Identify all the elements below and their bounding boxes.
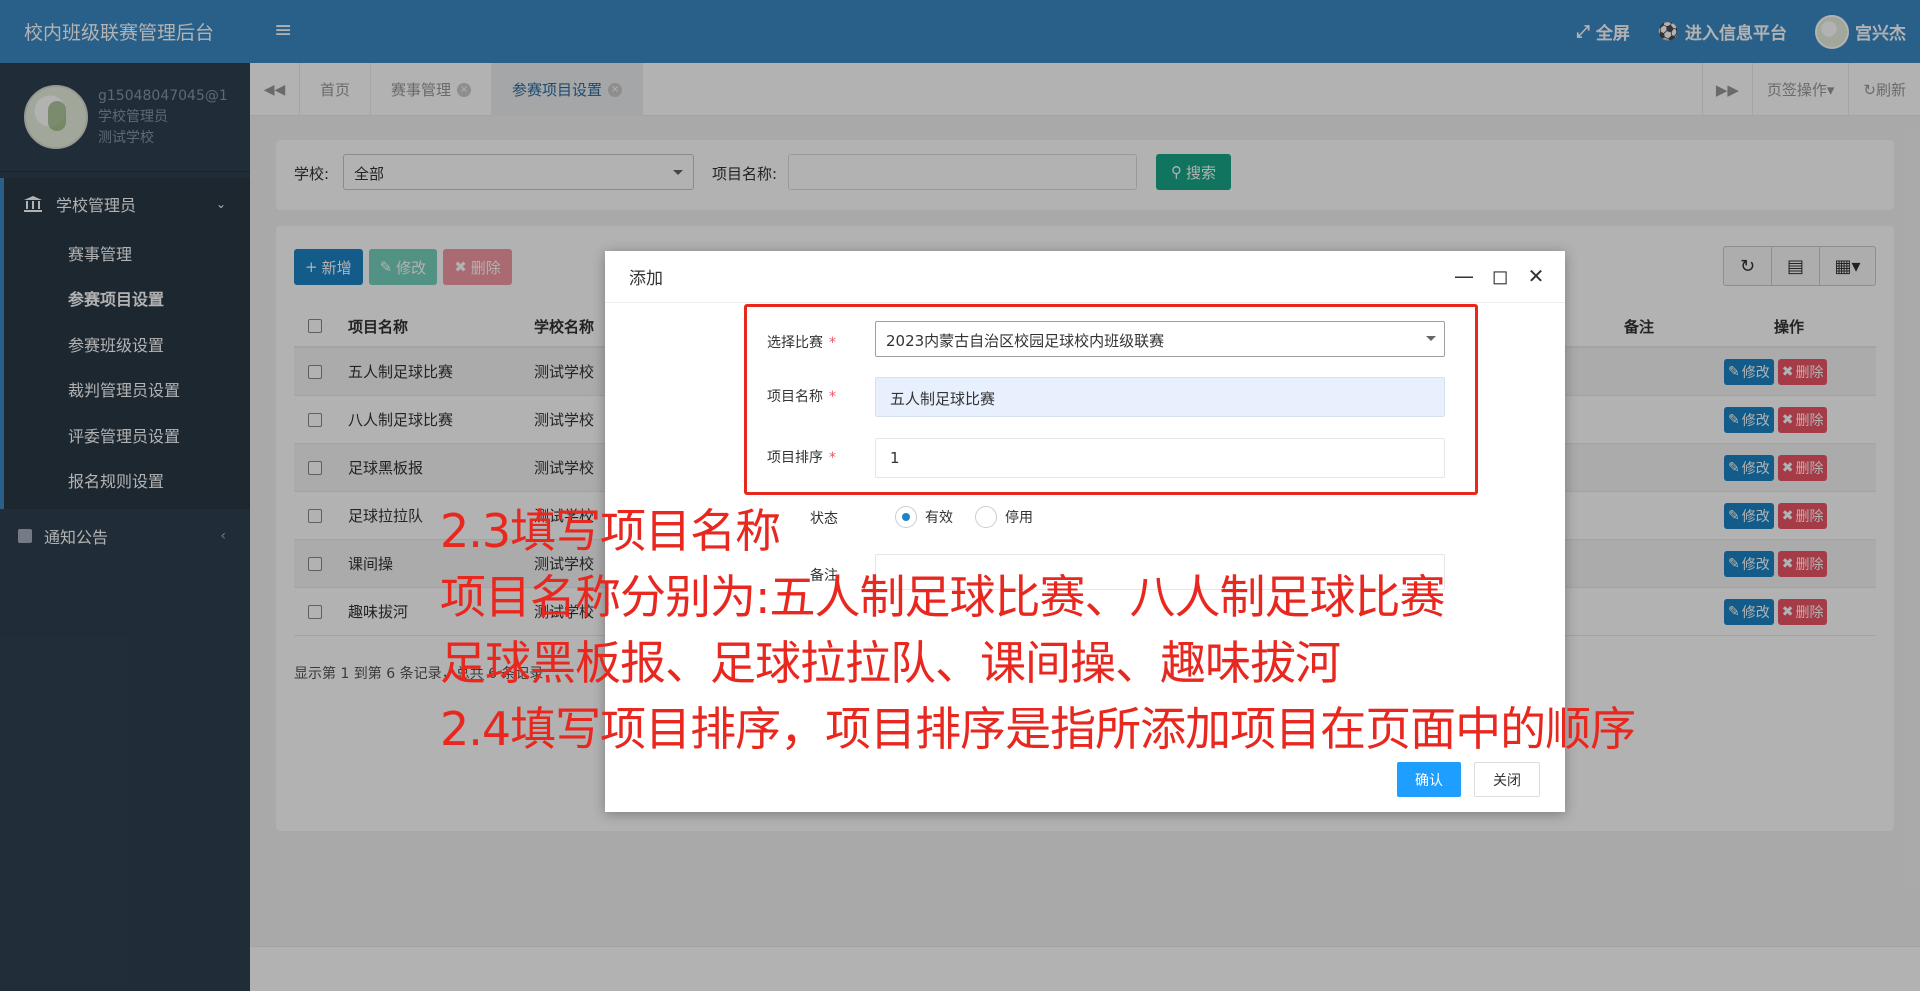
close-button[interactable]: 关闭	[1474, 762, 1540, 797]
annotation-line: 项目名称分别为:五人制足球比赛、八人制足球比赛	[440, 570, 1446, 624]
annotation-line: 足球黑板报、足球拉拉队、课间操、趣味拔河	[440, 636, 1341, 690]
tutorial-annotation: 2.3填写项目名称 项目名称分别为:五人制足球比赛、八人制足球比赛 足球黑板报、…	[440, 498, 1636, 762]
maximize-icon[interactable]: ◻	[1489, 263, 1511, 289]
close-icon[interactable]: ✕	[1525, 263, 1547, 289]
highlight-box	[744, 304, 1478, 495]
confirm-button[interactable]: 确认	[1397, 762, 1461, 797]
minimize-icon[interactable]: —	[1453, 263, 1475, 289]
annotation-line: 2.3填写项目名称	[440, 504, 781, 558]
annotation-line: 2.4填写项目排序，项目排序是指所添加项目在页面中的顺序	[440, 702, 1636, 756]
dialog-title: 添加	[629, 269, 663, 289]
